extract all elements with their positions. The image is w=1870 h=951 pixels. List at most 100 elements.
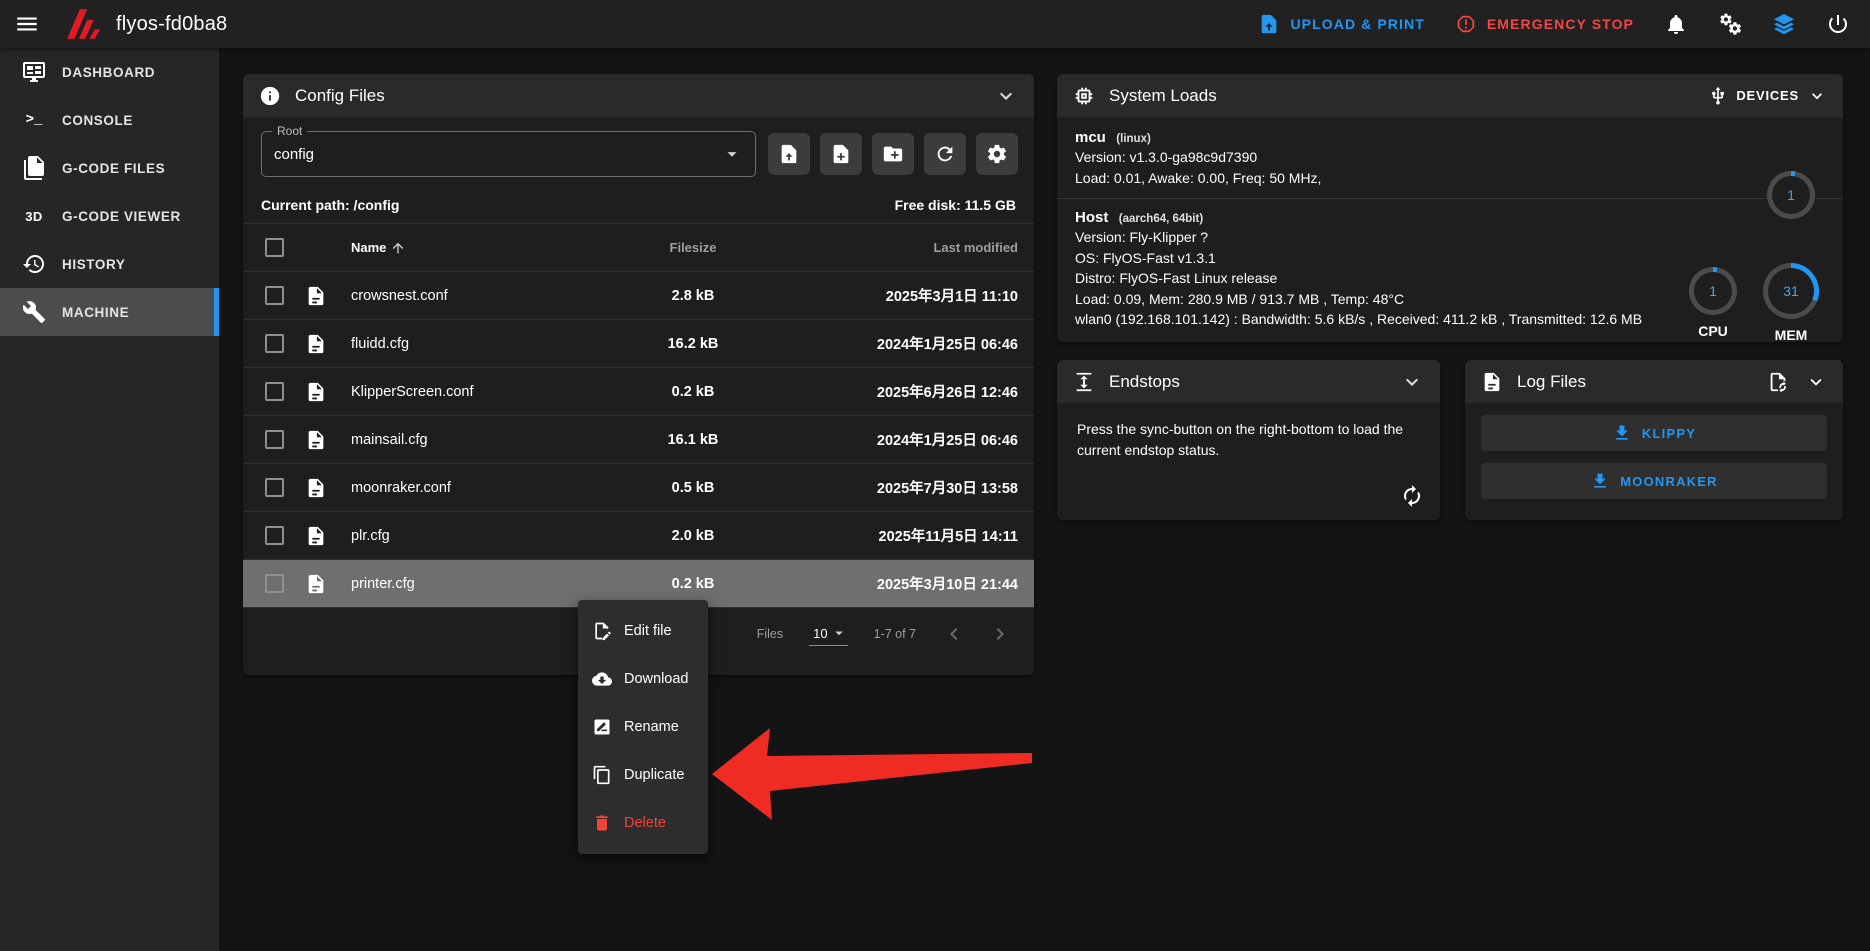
root-select-value: config (274, 146, 314, 163)
mem-gauge: 31 (1763, 263, 1819, 319)
alert-octagon-icon (1455, 13, 1477, 35)
row-checkbox[interactable] (265, 574, 284, 593)
column-name[interactable]: Name (351, 240, 608, 256)
sidebar-item-console[interactable]: >_ CONSOLE (0, 96, 219, 144)
cpu-label: CPU (1689, 323, 1737, 339)
mcu-info-line: Load: 0.01, Awake: 0.00, Freq: 50 MHz, (1075, 168, 1825, 189)
create-file-button[interactable] (820, 133, 862, 175)
sidebar-item-gcode-files[interactable]: G-CODE FILES (0, 144, 219, 192)
settings-gears-icon[interactable] (1718, 12, 1742, 36)
previous-page-icon[interactable] (942, 622, 966, 646)
row-checkbox[interactable] (265, 430, 284, 449)
emergency-stop-button[interactable]: EMERGENCY STOP (1455, 13, 1634, 35)
menu-item-delete[interactable]: Delete (578, 799, 708, 847)
monitor-dashboard-icon (22, 60, 46, 84)
download-moonraker-button[interactable]: MOONRAKER (1481, 463, 1827, 499)
video-3d-icon: 3D (22, 204, 46, 228)
row-checkbox[interactable] (265, 382, 284, 401)
menu-item-download[interactable]: Download (578, 655, 708, 703)
select-caret-icon (830, 624, 848, 642)
cog-icon (986, 143, 1008, 165)
table-row[interactable]: mainsail.cfg 16.1 kB 2024年1月25日 06:46 (243, 415, 1034, 463)
create-folder-button[interactable] (872, 133, 914, 175)
sidebar-item-dashboard[interactable]: DASHBOARD (0, 48, 219, 96)
notifications-bell-icon[interactable] (1664, 12, 1688, 36)
rename-box-icon (592, 717, 612, 737)
file-size: 2.8 kB (608, 288, 778, 304)
file-upload-icon (1258, 13, 1280, 35)
collapse-chevron-icon[interactable] (1400, 370, 1424, 394)
select-caret-icon (721, 143, 743, 165)
file-document-icon (305, 285, 327, 307)
file-plus-icon (830, 143, 852, 165)
sidebar-item-gcode-viewer[interactable]: 3D G-CODE VIEWER (0, 192, 219, 240)
root-select[interactable]: Root config (261, 131, 756, 177)
table-row[interactable]: crowsnest.conf 2.8 kB 2025年3月1日 11:10 (243, 271, 1034, 319)
file-sync-icon[interactable] (1767, 371, 1789, 393)
sidebar-item-machine[interactable]: MACHINE (0, 288, 219, 336)
file-size: 16.2 kB (608, 336, 778, 352)
table-row[interactable]: moonraker.conf 0.5 kB 2025年7月30日 13:58 (243, 463, 1034, 511)
file-size: 16.1 kB (608, 432, 778, 448)
red-pointer-arrow (712, 726, 1032, 822)
table-row[interactable]: KlipperScreen.conf 0.2 kB 2025年6月26日 12:… (243, 367, 1034, 415)
row-checkbox[interactable] (265, 526, 284, 545)
collapse-chevron-icon[interactable] (994, 84, 1018, 108)
column-filesize[interactable]: Filesize (608, 240, 778, 255)
app-root: flyos-fd0ba8 UPLOAD & PRINT EMERGENCY ST… (0, 0, 1870, 951)
endstops-header: Endstops (1057, 360, 1440, 403)
menu-item-rename[interactable]: Rename (578, 703, 708, 751)
mem-gauge-block: 31 MEM (1763, 263, 1819, 343)
sidebar-item-label: CONSOLE (62, 113, 133, 128)
devices-button[interactable]: DEVICES (1708, 86, 1827, 106)
download-klippy-button[interactable]: KLIPPY (1481, 415, 1827, 451)
path-row: Current path: /config Free disk: 11.5 GB (243, 185, 1034, 223)
select-all-checkbox[interactable] (265, 238, 284, 257)
sync-icon[interactable] (1400, 484, 1424, 508)
column-last-modified[interactable]: Last modified (778, 240, 1018, 255)
upload-and-print-button[interactable]: UPLOAD & PRINT (1258, 13, 1424, 35)
info-icon (259, 85, 281, 107)
toolbar-buttons (768, 133, 1018, 175)
file-name: KlipperScreen.conf (351, 384, 608, 400)
power-icon[interactable] (1826, 12, 1850, 36)
console-icon: >_ (22, 108, 46, 132)
sidebar-item-label: G-CODE VIEWER (62, 209, 181, 224)
next-page-icon[interactable] (988, 622, 1012, 646)
hamburger-menu-icon[interactable] (14, 11, 40, 37)
row-checkbox[interactable] (265, 334, 284, 353)
collapse-chevron-icon[interactable] (1805, 371, 1827, 393)
upload-file-button[interactable] (768, 133, 810, 175)
file-name: printer.cfg (351, 576, 608, 592)
files-table: Name Filesize Last modified crowsnest.co… (243, 223, 1034, 607)
file-document-icon (305, 333, 327, 355)
fly-logo-icon (62, 7, 102, 41)
row-checkbox[interactable] (265, 478, 284, 497)
log-files-panel: Log Files KLIPPY MOONRAKER (1465, 360, 1843, 520)
settings-button[interactable] (976, 133, 1018, 175)
table-row[interactable]: plr.cfg 2.0 kB 2025年11月5日 14:11 (243, 511, 1034, 559)
row-checkbox[interactable] (265, 286, 284, 305)
table-row[interactable]: fluidd.cfg 16.2 kB 2024年1月25日 06:46 (243, 319, 1034, 367)
cloud-download-icon (592, 669, 612, 689)
file-document-icon (305, 429, 327, 451)
menu-item-edit-file[interactable]: Edit file (578, 607, 708, 655)
menu-item-duplicate[interactable]: Duplicate (578, 751, 708, 799)
system-loads-body: mcu (linux) Version: v1.3.0-ga98c9d7390L… (1057, 117, 1843, 344)
page-title: flyos-fd0ba8 (116, 13, 227, 36)
refresh-button[interactable] (924, 133, 966, 175)
per-page-select[interactable]: 10 (809, 622, 847, 646)
sidebar-item-history[interactable]: HISTORY (0, 240, 219, 288)
files-table-header: Name Filesize Last modified (243, 223, 1034, 271)
pagination-files-label: Files (757, 627, 783, 641)
content-copy-icon (592, 765, 612, 785)
sidebar: DASHBOARD >_ CONSOLE G-CODE FILES 3D G-C… (0, 48, 219, 951)
root-select-label: Root (272, 124, 307, 138)
log-files-header: Log Files (1465, 360, 1843, 403)
mem-label: MEM (1763, 327, 1819, 343)
system-loads-panel: System Loads DEVICES mcu (linux) Version… (1057, 74, 1843, 342)
host-info-line: OS: FlyOS-Fast v1.3.1 (1075, 248, 1825, 269)
layers-update-icon[interactable] (1772, 12, 1796, 36)
context-menu-label: Download (624, 671, 689, 687)
context-menu-label: Rename (624, 719, 679, 735)
